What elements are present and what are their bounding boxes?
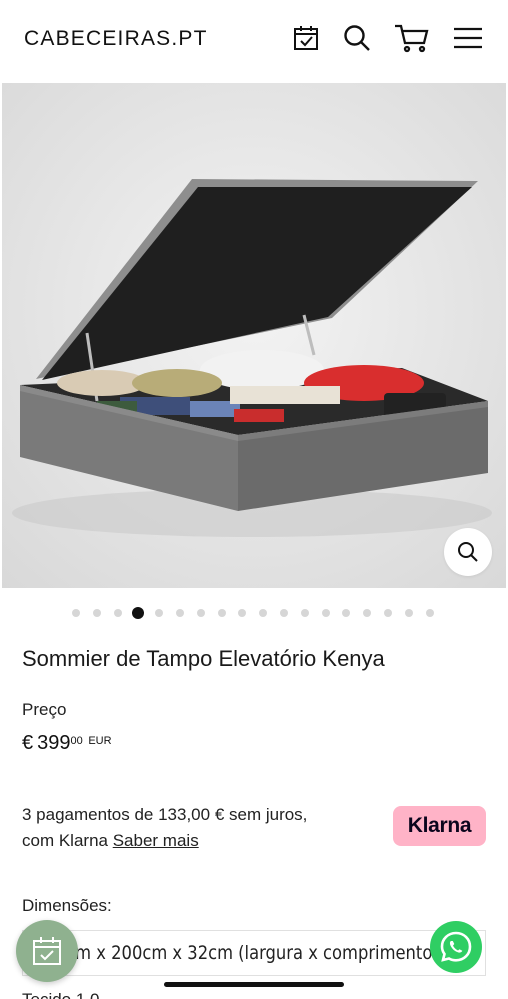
klarna-line2: com Klarna [22,831,108,850]
whatsapp-icon [440,931,472,962]
carousel-dot[interactable] [321,609,330,617]
carousel-dot[interactable] [280,609,288,617]
carousel-dot[interactable] [384,609,392,617]
product-title: Sommier de Tampo Elevatório Kenya [22,646,385,671]
carousel-dot[interactable] [113,609,122,617]
carousel-dot[interactable] [404,609,413,617]
carousel-dot[interactable] [72,609,80,617]
site-logo[interactable]: CABECEIRAS.PT [24,27,208,51]
carousel-dot[interactable] [425,609,434,617]
search-icon[interactable] [339,20,375,56]
dimensions-selected-value: 150cm x 200cm x 32cm (largura x comprime… [35,942,463,964]
carousel-dot[interactable] [155,609,164,617]
klarna-badge: Klarna [393,806,486,846]
appointment-button[interactable] [16,920,78,982]
product-image[interactable] [2,83,506,588]
carousel-dot[interactable] [92,609,101,617]
partial-text: Tecido 1.0 [22,990,100,999]
klarna-info: 3 pagamentos de 133,00 € sem juros, com … [22,802,372,854]
price-main: 399 [37,732,71,754]
calendar-check-icon[interactable] [288,20,324,56]
ottoman-bed-illustration [2,83,506,588]
carousel-dot[interactable] [342,609,351,617]
carousel-dot[interactable] [363,609,372,617]
price-currency: € [22,732,34,754]
carousel-dot[interactable] [196,609,205,617]
carousel-dot[interactable] [300,609,309,617]
whatsapp-button[interactable] [430,921,482,973]
carousel-dot[interactable] [217,609,226,617]
dimensions-label: Dimensões: [22,896,112,915]
carousel-dot[interactable] [259,609,268,617]
klarna-learn-more-link[interactable]: Saber mais [113,831,199,850]
zoom-icon [458,542,478,562]
product-price: €39900 EUR [22,732,112,755]
cart-icon[interactable] [394,20,430,56]
dimensions-select[interactable]: 150cm x 200cm x 32cm (largura x comprime… [22,930,486,976]
price-cents: 00 [70,735,83,747]
site-header: CABECEIRAS.PT [0,0,508,80]
carousel-dot[interactable] [238,609,247,617]
price-label: Preço [22,700,67,719]
klarna-line1: 3 pagamentos de 133,00 € sem juros, [22,805,308,824]
carousel-dot[interactable] [132,607,145,619]
home-indicator [164,982,344,987]
carousel-pagination [0,604,508,622]
carousel-dot[interactable] [176,609,184,617]
menu-icon[interactable] [450,20,486,56]
calendar-check-icon [33,937,61,965]
zoom-button[interactable] [444,528,492,576]
price-code: EUR [88,735,112,747]
